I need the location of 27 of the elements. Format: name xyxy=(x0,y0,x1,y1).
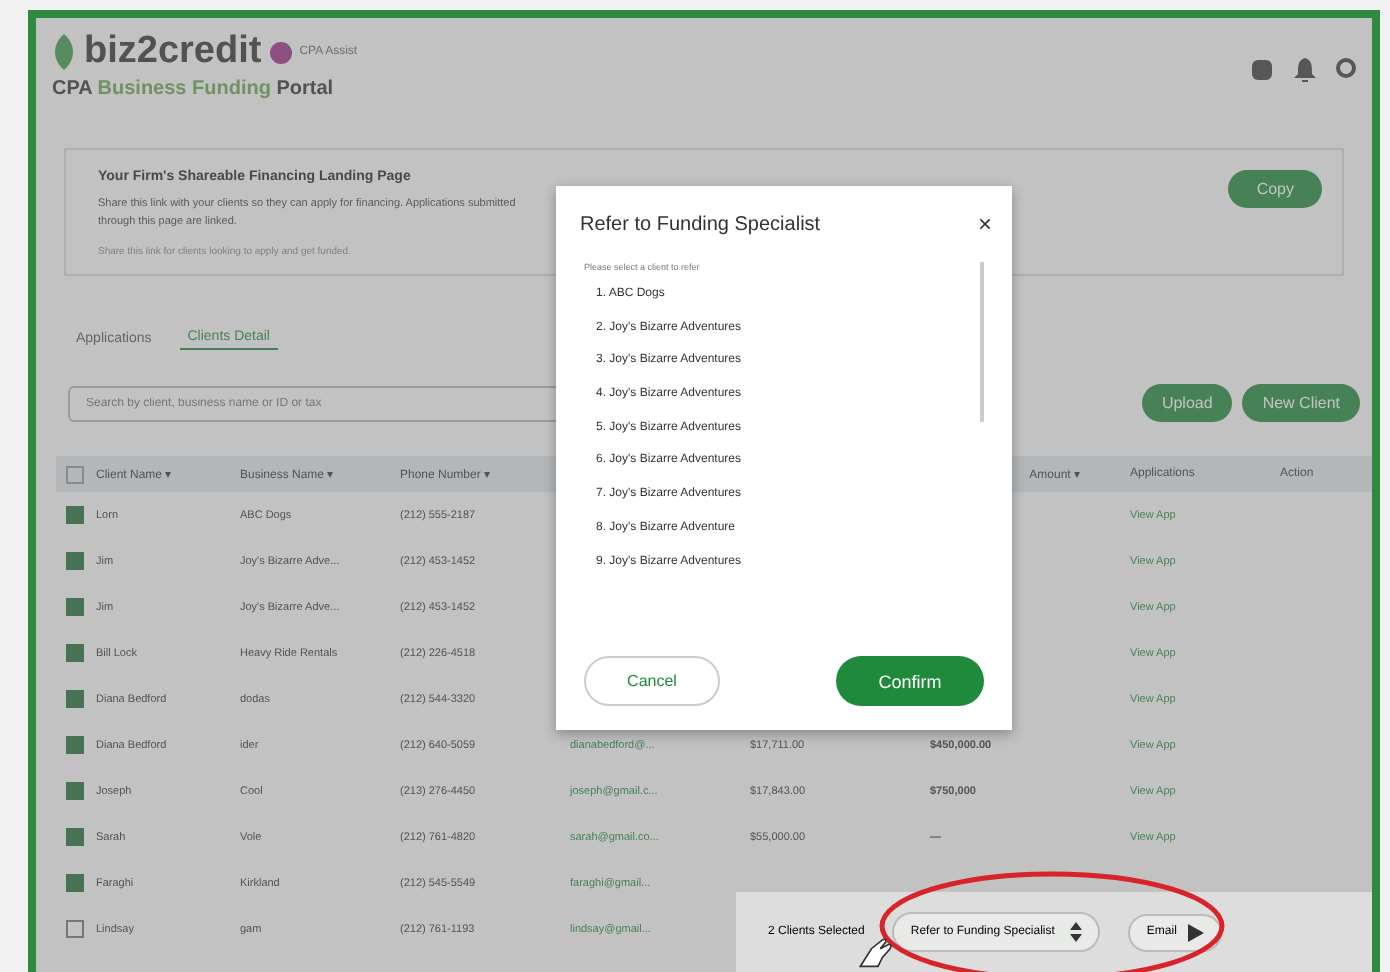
cancel-button[interactable]: Cancel xyxy=(584,656,720,706)
scrollbar[interactable] xyxy=(980,262,984,422)
send-icon xyxy=(1188,923,1205,941)
leaf-logo-icon xyxy=(52,34,76,70)
row-checkbox[interactable] xyxy=(66,598,84,616)
row-checkbox[interactable] xyxy=(66,920,84,938)
bell-icon[interactable] xyxy=(1294,58,1316,82)
dialog-title: Refer to Funding Specialist xyxy=(580,213,821,235)
row-checkbox[interactable] xyxy=(66,644,84,662)
select-all-checkbox[interactable] xyxy=(66,465,84,483)
row-checkbox[interactable] xyxy=(66,828,84,846)
close-button[interactable]: × xyxy=(977,210,992,238)
copy-button[interactable]: Copy xyxy=(1228,170,1322,208)
confirm-button[interactable]: Confirm xyxy=(836,656,984,706)
row-checkbox[interactable] xyxy=(66,690,84,708)
row-checkbox[interactable] xyxy=(66,736,84,754)
row-checkbox[interactable] xyxy=(66,552,84,570)
user-icon[interactable] xyxy=(1336,58,1356,82)
row-checkbox[interactable] xyxy=(66,506,84,524)
row-checkbox[interactable] xyxy=(66,874,84,892)
row-checkbox[interactable] xyxy=(66,782,84,800)
logo-text: biz2credit xyxy=(84,30,262,74)
portal-title: CPA Business Funding Portal xyxy=(52,78,336,100)
sort-caret-icon xyxy=(1070,922,1083,942)
action-button[interactable]: Upload xyxy=(1141,384,1233,422)
action-button[interactable]: New Client xyxy=(1242,384,1360,422)
badge-icon xyxy=(269,41,292,63)
